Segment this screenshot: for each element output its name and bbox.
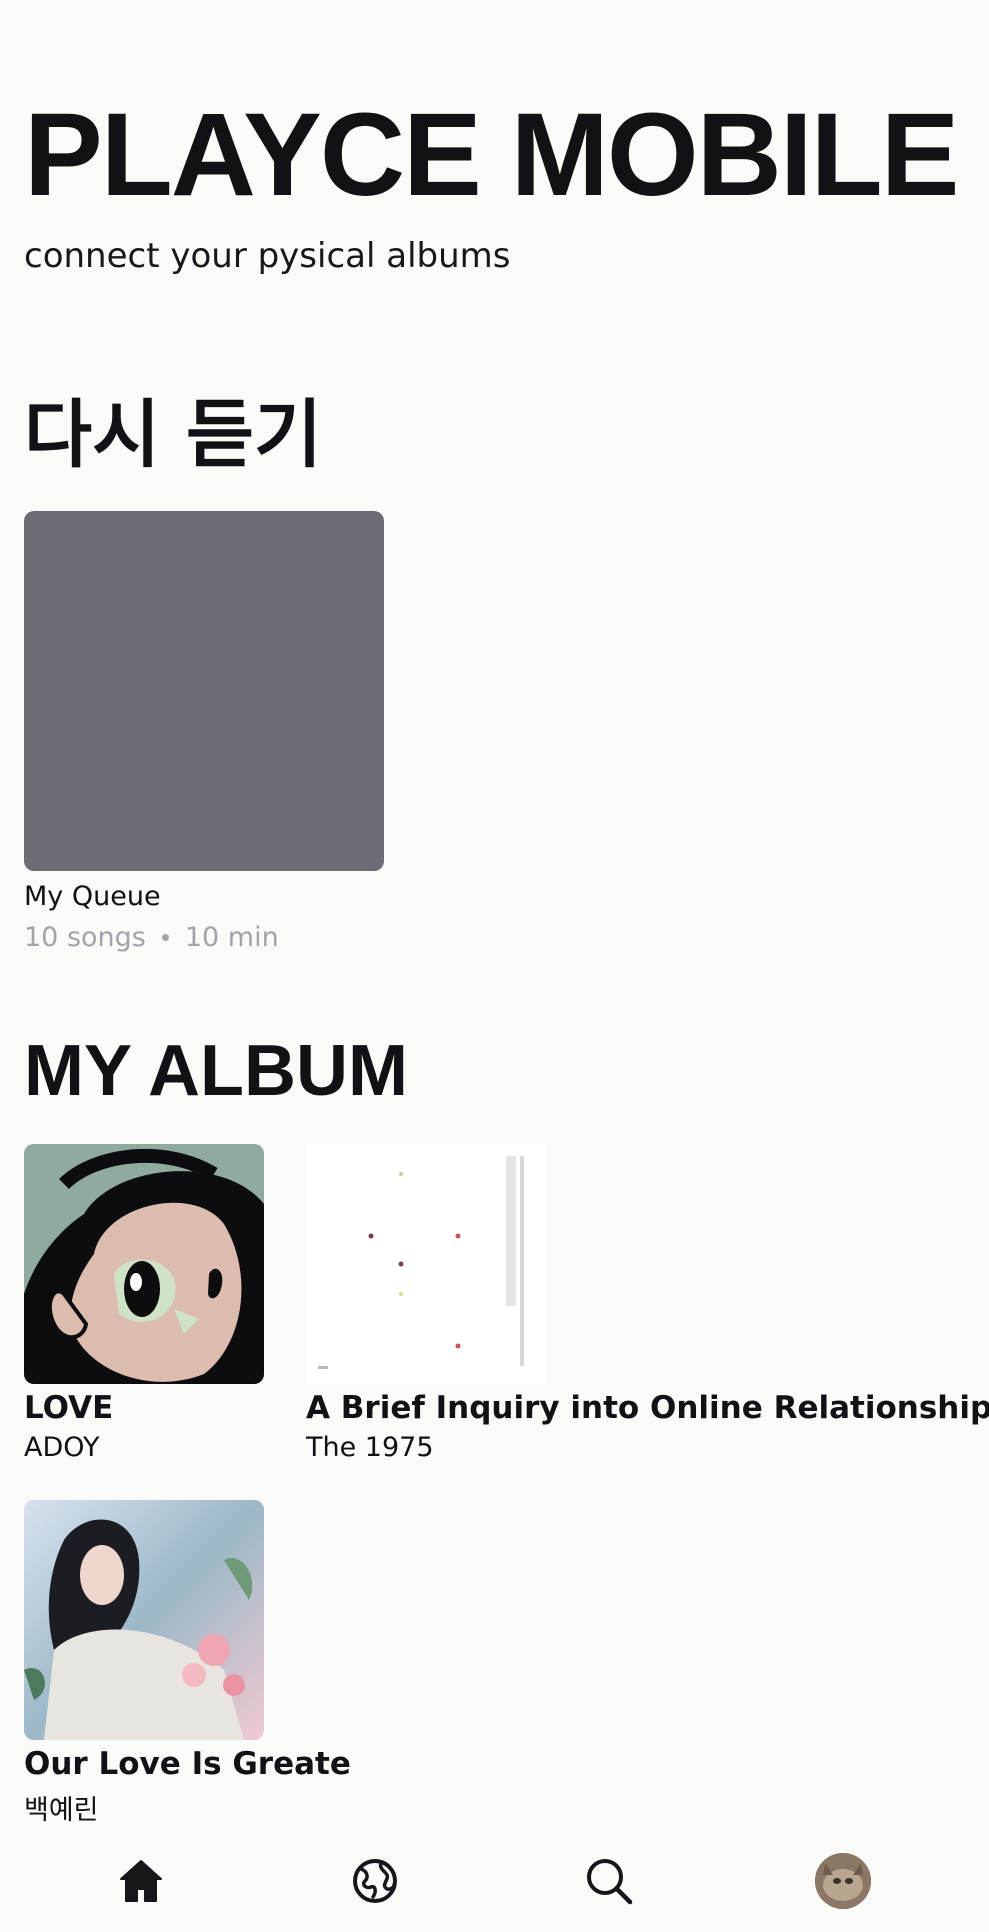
queue-meta: 10 songs 10 min [24, 922, 384, 953]
nav-profile[interactable] [808, 1846, 878, 1916]
queue-cover[interactable] [24, 511, 384, 871]
nav-home[interactable] [106, 1846, 176, 1916]
album-artist: The 1975 [306, 1432, 434, 1463]
album-name: A Brief Inquiry into Online Relationship… [306, 1390, 989, 1426]
album-card-brief-inquiry[interactable]: A Brief Inquiry into Online Relationship… [306, 1144, 989, 1463]
album-cover[interactable] [24, 1144, 264, 1384]
search-icon [587, 1859, 633, 1905]
bottom-navigation [0, 1836, 989, 1932]
avatar [815, 1853, 871, 1909]
queue-duration: 10 min [184, 922, 279, 953]
app-subtitle: connect your pysical albums [24, 236, 511, 276]
album-artist: 백예린 [24, 1795, 99, 1826]
avatar-photo [815, 1853, 871, 1909]
queue-song-count: 10 songs [24, 922, 146, 953]
queue-card[interactable]: My Queue 10 songs 10 min [24, 511, 384, 953]
album-art-love [24, 1144, 264, 1384]
album-artist: ADOY [24, 1432, 100, 1463]
nav-explore[interactable] [340, 1846, 410, 1916]
album-art-our-love [24, 1500, 264, 1740]
album-cover[interactable] [24, 1500, 264, 1740]
app-title: PLAYCE MOBILE [24, 89, 959, 221]
separator-dot [161, 934, 169, 941]
home-icon [120, 1860, 162, 1902]
album-cover[interactable] [306, 1144, 546, 1384]
album-name: Our Love Is Greate [24, 1746, 351, 1782]
album-name: LOVE [24, 1390, 114, 1426]
queue-name: My Queue [24, 881, 161, 912]
album-card-our-love-is-greate[interactable]: Our Love Is Greate 백예린 [24, 1500, 351, 1827]
nav-search[interactable] [574, 1846, 644, 1916]
my-album-section-title: MY ALBUM [24, 1031, 408, 1111]
album-card-love[interactable]: LOVE ADOY [24, 1144, 264, 1463]
globe-icon [353, 1859, 397, 1903]
replay-section-title: 다시 듣기 [24, 392, 323, 478]
album-art-1975 [306, 1144, 546, 1384]
